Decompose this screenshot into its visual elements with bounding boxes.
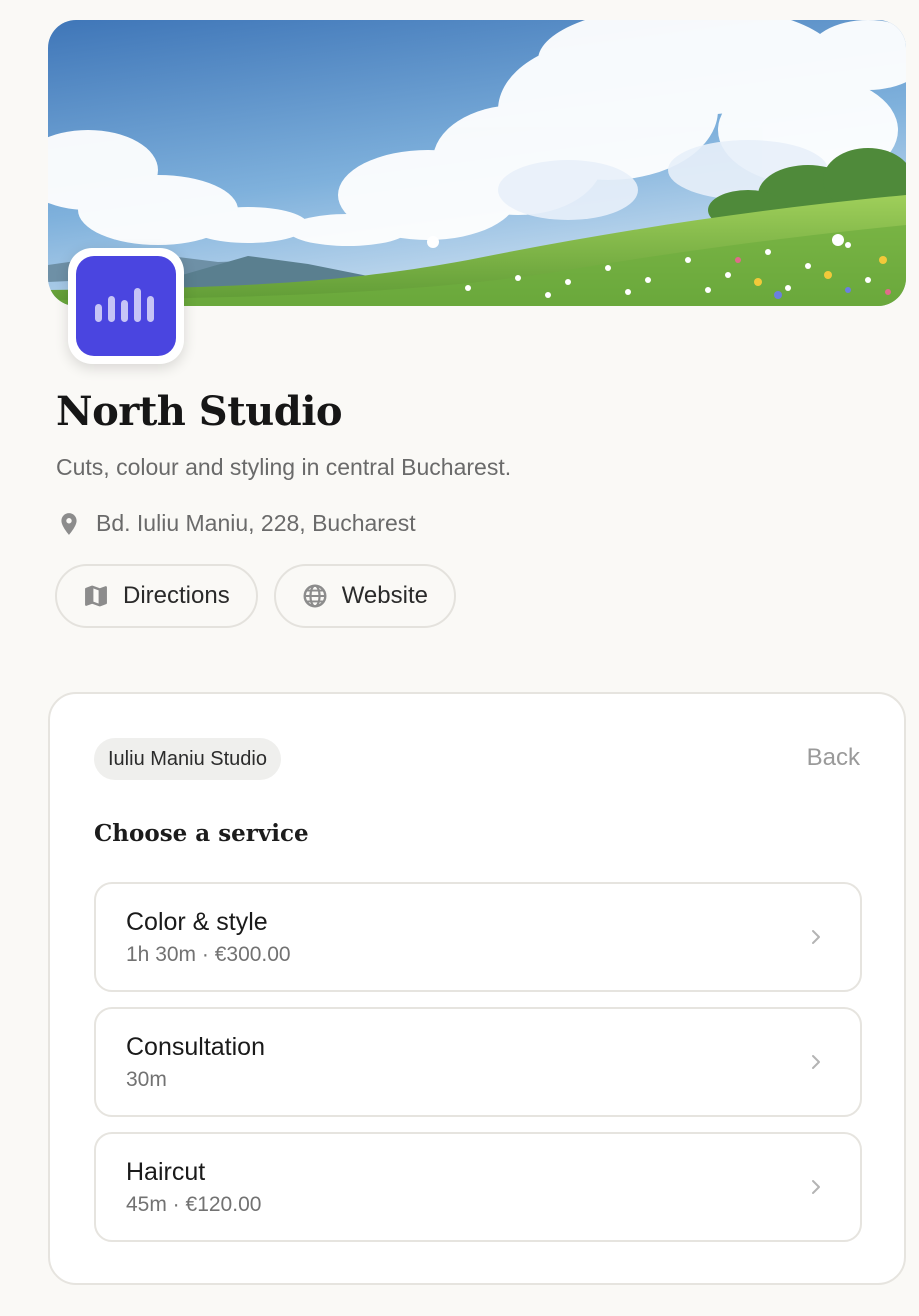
map-icon <box>85 585 107 607</box>
booking-card: Iuliu Maniu Studio Back Choose a service… <box>48 692 906 1285</box>
business-tagline: Cuts, colour and styling in central Buch… <box>56 454 512 480</box>
service-meta: 30m <box>126 1068 167 1091</box>
globe-icon <box>303 584 327 608</box>
back-button[interactable]: Back <box>807 744 860 772</box>
business-name: North Studio <box>56 388 343 435</box>
service-meta: 45m · €120.00 <box>126 1193 262 1216</box>
action-buttons: Directions Website <box>55 564 456 628</box>
service-name: Haircut <box>126 1158 206 1186</box>
address-text: Bd. Iuliu Maniu, 228, Bucharest <box>96 510 416 536</box>
business-address: Bd. Iuliu Maniu, 228, Bucharest <box>56 510 416 537</box>
website-button[interactable]: Website <box>273 564 456 628</box>
service-meta: 1h 30m · €300.00 <box>126 943 291 966</box>
section-title: Choose a service <box>94 820 309 847</box>
service-name: Color & style <box>126 908 268 936</box>
service-item-consultation[interactable]: Consultation 30m <box>94 1007 862 1117</box>
directions-label: Directions <box>123 582 230 609</box>
map-pin-icon <box>61 512 77 535</box>
service-list: Color & style 1h 30m · €300.00 Consultat… <box>94 882 862 1257</box>
chevron-right-icon <box>812 1055 820 1069</box>
location-chip: Iuliu Maniu Studio <box>94 738 281 780</box>
chevron-right-icon <box>812 930 820 944</box>
service-item-color-style[interactable]: Color & style 1h 30m · €300.00 <box>94 882 862 992</box>
business-profile-page: North Studio Cuts, colour and styling in… <box>0 0 919 1316</box>
service-name: Consultation <box>126 1033 265 1061</box>
service-item-haircut[interactable]: Haircut 45m · €120.00 <box>94 1132 862 1242</box>
chevron-right-icon <box>812 1180 820 1194</box>
business-logo <box>68 248 184 364</box>
directions-button[interactable]: Directions <box>55 564 258 628</box>
audio-bars-icon <box>76 256 176 356</box>
website-label: Website <box>341 582 428 609</box>
